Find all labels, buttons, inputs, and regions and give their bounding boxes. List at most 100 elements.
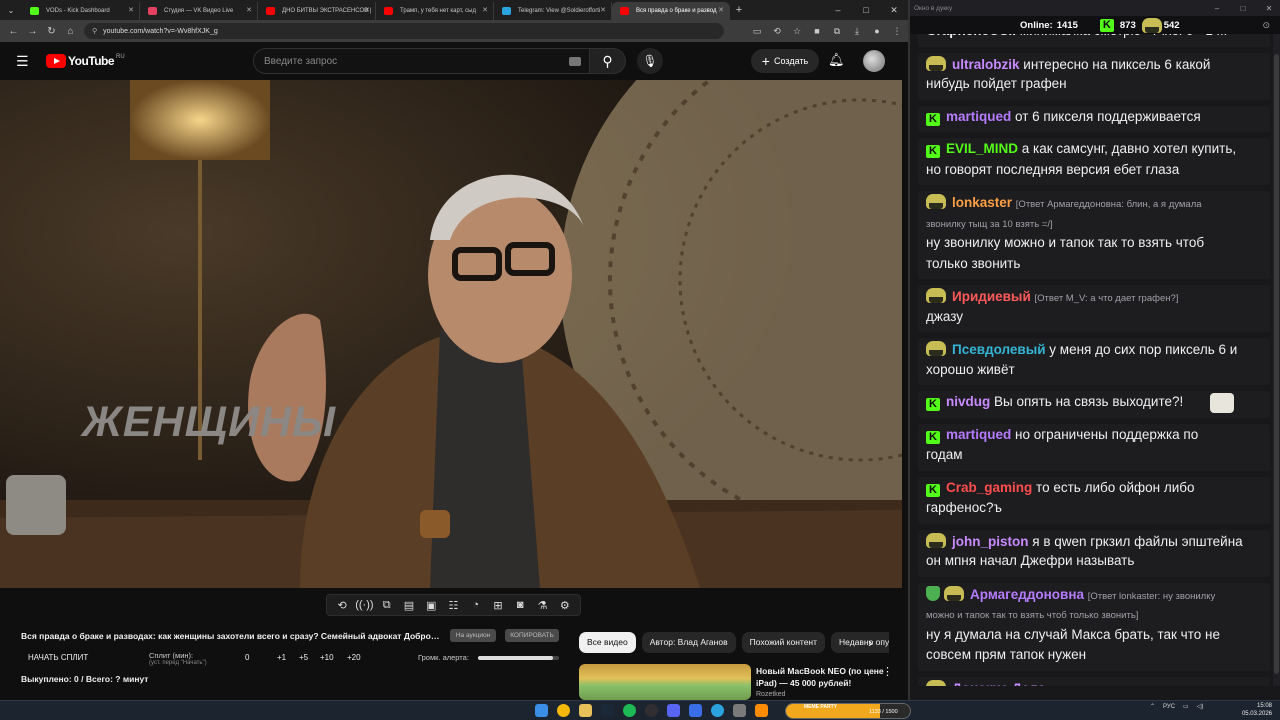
- tab-close-icon[interactable]: ✕: [600, 2, 606, 20]
- extension-icon[interactable]: ■: [810, 26, 824, 36]
- chat-username[interactable]: GrapheneOS..: [926, 34, 1016, 38]
- tab-close-icon[interactable]: ✕: [364, 2, 370, 20]
- chat-username[interactable]: Иридиевый: [952, 289, 1031, 304]
- pip-icon[interactable]: ▣: [422, 599, 441, 612]
- site-info-icon[interactable]: ⚲: [92, 27, 97, 35]
- discord-icon[interactable]: [667, 704, 680, 717]
- chat-username[interactable]: Crab_gaming: [946, 480, 1032, 495]
- new-tab-button[interactable]: +: [730, 4, 748, 16]
- obs-icon[interactable]: [645, 704, 658, 717]
- settings-icon[interactable]: ⊙: [1262, 20, 1270, 31]
- more-actions-icon[interactable]: ⋮: [882, 665, 893, 678]
- chip-recent[interactable]: Недавно опубликованные: [831, 632, 889, 653]
- steam-icon[interactable]: [601, 704, 614, 717]
- chrome-icon[interactable]: [557, 704, 570, 717]
- add-10-button[interactable]: +10: [320, 653, 334, 662]
- recommended-thumbnail[interactable]: [579, 664, 751, 700]
- chip-similar[interactable]: Похожий контент: [741, 632, 826, 653]
- chat-username[interactable]: Донские Дела: [952, 681, 1045, 687]
- forward-icon[interactable]: →: [23, 26, 42, 37]
- url-input[interactable]: ⚲ youtube.com/watch?v=-Wv8hfXJK_g: [84, 23, 724, 39]
- copy-button[interactable]: КОПИРОВАТЬ: [505, 629, 559, 642]
- minimize-icon[interactable]: –: [824, 5, 852, 16]
- chat-username[interactable]: EVIL_MIND: [946, 141, 1018, 156]
- chat-reply-quote[interactable]: [Ответ M_V: а что дает графен?]: [1035, 293, 1179, 304]
- app-icon[interactable]: [733, 704, 746, 717]
- chat-username[interactable]: Псевдолевый: [952, 342, 1046, 357]
- spotify-icon[interactable]: [623, 704, 636, 717]
- clock[interactable]: 15:08 05.03.2026: [1228, 702, 1272, 718]
- meme-party-widget[interactable]: MEME PARTY 1133 / 1500: [785, 703, 911, 719]
- chip-all-videos[interactable]: Все видео: [579, 632, 636, 653]
- chat-username[interactable]: Армагеддоновна: [970, 587, 1084, 602]
- voice-search-button[interactable]: 🎙︎: [637, 48, 663, 74]
- keyboard-icon[interactable]: [569, 57, 581, 66]
- add-5-button[interactable]: +5: [299, 653, 308, 662]
- reload-icon[interactable]: ↻: [42, 26, 61, 37]
- video-player[interactable]: ЖЕНЩИНЫ: [0, 80, 902, 588]
- more-menu-icon[interactable]: ⋮: [890, 26, 904, 37]
- back-icon[interactable]: ←: [4, 26, 23, 37]
- browser-tab[interactable]: Telegram: View @Soldierofforti ✕: [494, 2, 612, 20]
- maximize-icon[interactable]: □: [1230, 4, 1256, 13]
- add-1-button[interactable]: +1: [277, 653, 286, 662]
- chat-username[interactable]: martiqued: [946, 109, 1011, 124]
- download-icon[interactable]: ⤓: [850, 26, 864, 37]
- chat-scroll-thumb[interactable]: [1274, 54, 1279, 674]
- chat-username[interactable]: john_piston: [952, 534, 1029, 549]
- chat-reply-quote[interactable]: [Ответ Армагеддоновна: блин, а я думала: [1016, 199, 1202, 210]
- chat-scrollbar[interactable]: [1273, 34, 1280, 686]
- chevron-right-icon[interactable]: ›: [868, 635, 872, 650]
- tab-close-icon[interactable]: ✕: [718, 2, 724, 20]
- search-input[interactable]: Введите запрос: [253, 48, 590, 74]
- speedometer-icon[interactable]: ◔: [466, 599, 485, 611]
- start-icon[interactable]: [535, 704, 548, 717]
- maximize-icon[interactable]: □: [852, 5, 880, 16]
- browser-tab[interactable]: Студия — VK Видео Live ✕: [140, 2, 258, 20]
- chat-username[interactable]: nivdug: [946, 394, 990, 409]
- tab-close-icon[interactable]: ✕: [246, 2, 252, 20]
- camera-icon[interactable]: ◙: [511, 599, 530, 611]
- cast-icon[interactable]: ▭: [750, 26, 764, 37]
- app-icon-2[interactable]: [755, 704, 768, 717]
- subtitles-icon[interactable]: ☷: [444, 599, 463, 612]
- chat-reply-quote[interactable]: [Ответ M_V: а что дает графен?]: [1049, 685, 1193, 687]
- chevron-up-icon[interactable]: ⌃: [1150, 703, 1155, 710]
- tab-close-icon[interactable]: ✕: [128, 2, 134, 20]
- tab-close-icon[interactable]: ✕: [482, 2, 488, 20]
- bookmark-star-icon[interactable]: ☆: [790, 26, 804, 37]
- extensions-puzzle-icon[interactable]: ⧉: [830, 26, 844, 37]
- recommended-author[interactable]: Rozetked: [756, 691, 786, 698]
- volume-icon[interactable]: ◁): [1197, 703, 1204, 710]
- recommended-video[interactable]: Новый MacBook NEO (по цене iPad) — 45 00…: [579, 664, 899, 700]
- avatar[interactable]: [863, 50, 885, 72]
- browser-tab[interactable]: Вся правда о браке и развод ✕: [612, 2, 730, 20]
- browser-tab[interactable]: ДНО БИТВЫ ЭКСТРАСЕНСОВ | ✕: [258, 2, 376, 20]
- chat-reply-quote[interactable]: [Ответ lonkaster: ну звонилку: [1088, 591, 1215, 602]
- browser-tab[interactable]: Трамп, у тебя нет карт, сыд ✕: [376, 2, 494, 20]
- clip-icon[interactable]: ⊞: [488, 599, 507, 612]
- chat-reply-quote-cont[interactable]: звонилку тыщ за 10 взять =/]: [926, 219, 1053, 230]
- language-indicator[interactable]: РУС: [1163, 704, 1175, 710]
- network-icon[interactable]: ▭: [1183, 703, 1189, 710]
- split-minutes-value[interactable]: 0: [245, 653, 249, 662]
- start-split-button[interactable]: НАЧАТЬ СПЛИТ: [28, 653, 88, 662]
- minimize-icon[interactable]: –: [1204, 4, 1230, 13]
- search-button[interactable]: ⚲: [590, 48, 626, 74]
- browser-tab[interactable]: VODs - Kick Dashboard ✕: [22, 2, 140, 20]
- close-icon[interactable]: ✕: [880, 5, 908, 16]
- translate-icon[interactable]: ⟲: [770, 26, 784, 37]
- alert-volume-slider[interactable]: [478, 656, 559, 660]
- recommended-title[interactable]: Новый MacBook NEO (по цене iPad) — 45 00…: [756, 665, 886, 689]
- notifications-bell-icon[interactable]: 🔔︎: [828, 52, 845, 68]
- menu-icon[interactable]: ☰: [16, 53, 32, 70]
- flask-icon[interactable]: ⚗: [533, 599, 552, 612]
- youtube-logo[interactable]: YouTube RU: [46, 54, 125, 68]
- media-player-icon[interactable]: [689, 704, 702, 717]
- loop-icon[interactable]: ⟲: [333, 599, 352, 612]
- home-icon[interactable]: ⌂: [61, 26, 80, 37]
- chat-reply-quote-cont[interactable]: можно и тапок так то взять чтоб только з…: [926, 610, 1138, 621]
- chip-author[interactable]: Автор: Влад Аганов: [641, 632, 736, 653]
- broadcast-icon[interactable]: ((·)): [355, 599, 374, 611]
- chat-username[interactable]: lonkaster: [952, 195, 1012, 210]
